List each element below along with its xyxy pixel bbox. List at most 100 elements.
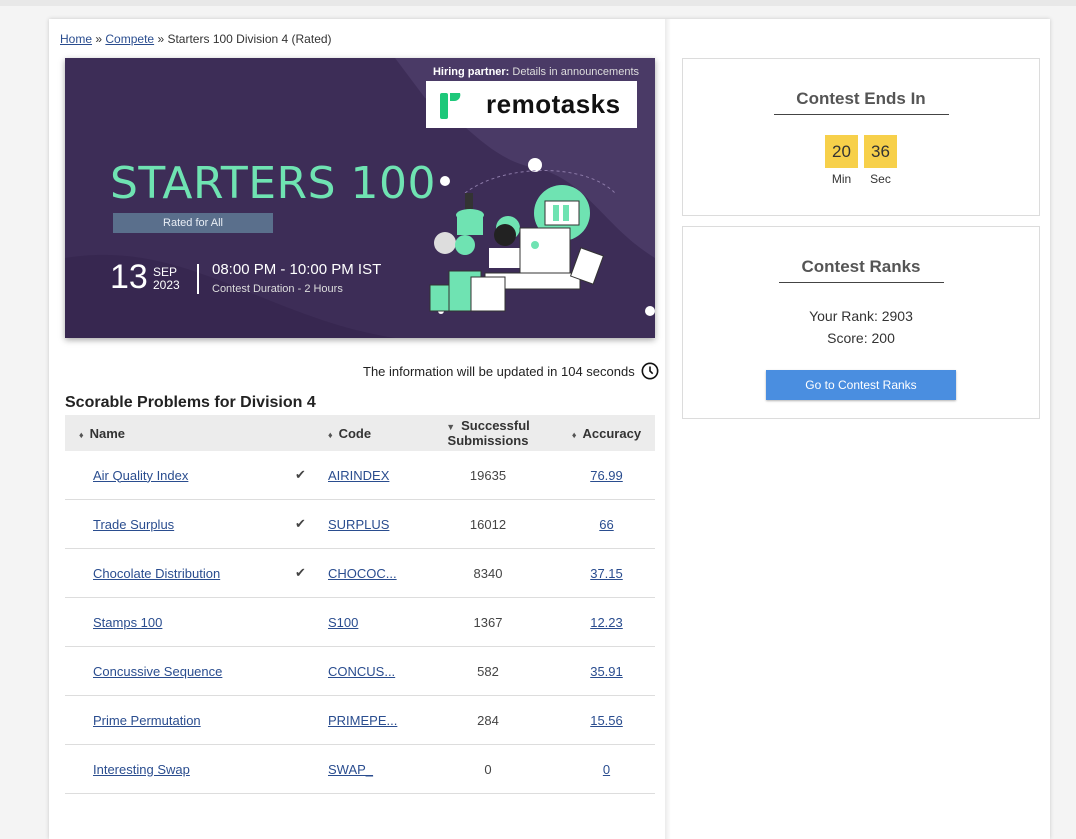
sort-icon: ♦	[571, 429, 577, 440]
accuracy-cell: 37.15	[558, 548, 655, 598]
submissions-cell: 1367	[418, 597, 558, 647]
problems-heading: Scorable Problems for Division 4	[65, 394, 316, 411]
accuracy-link[interactable]: 12.23	[590, 615, 623, 630]
problem-code-link[interactable]: CONCUS...	[328, 664, 395, 679]
contest-timer-panel: Contest Ends In 20 Min 36 Sec	[682, 58, 1040, 216]
table-row: Air Quality Index ✔ AIRINDEX 19635 76.99	[65, 451, 655, 500]
go-to-contest-ranks-button[interactable]: Go to Contest Ranks	[766, 370, 956, 400]
title-underline	[773, 114, 949, 115]
check-icon: ✔	[295, 516, 306, 531]
timer-seconds-label: Sec	[870, 172, 891, 186]
table-row: Chocolate Distribution ✔ CHOCOC... 8340 37.1…	[65, 548, 655, 598]
solved-cell	[273, 695, 328, 745]
partner-logo: remotasks	[426, 81, 637, 128]
problem-code-link[interactable]: PRIMEPE...	[328, 713, 397, 728]
partner-name: remotasks	[486, 89, 621, 119]
problem-name-link[interactable]: Chocolate Distribution	[93, 566, 220, 581]
problem-code-cell: AIRINDEX	[328, 451, 418, 500]
column-divider	[665, 19, 671, 839]
problem-name-cell: Prime Permutation	[65, 695, 273, 745]
submissions-cell: 8340	[418, 548, 558, 598]
problem-code-cell: CONCUS...	[328, 646, 418, 696]
contest-ranks-panel: Contest Ranks Your Rank: 2903 Score: 200…	[682, 226, 1040, 419]
problem-name-cell: Interesting Swap	[65, 744, 273, 794]
problem-name-cell: Trade Surplus	[65, 499, 273, 549]
solved-cell	[273, 744, 328, 794]
timer-minutes-label: Min	[831, 172, 852, 186]
problem-code-link[interactable]: SURPLUS	[328, 517, 389, 532]
submissions-cell: 16012	[418, 499, 558, 549]
column-header-submissions[interactable]: ▼ Successful Submissions	[418, 415, 558, 451]
remotasks-logo-icon	[438, 90, 468, 120]
solved-cell: ✔	[273, 499, 328, 549]
accuracy-cell: 0	[558, 744, 655, 794]
problem-name-link[interactable]: Trade Surplus	[93, 517, 174, 532]
accuracy-link[interactable]: 0	[603, 762, 610, 777]
contest-title: STARTERS 100	[110, 158, 437, 209]
timer-title: Contest Ends In	[796, 89, 926, 108]
date-day: 13	[110, 258, 148, 296]
table-row: Trade Surplus ✔ SURPLUS 16012 66	[65, 499, 655, 549]
problem-name-cell: Stamps 100	[65, 597, 273, 647]
table-row: Concussive Sequence CONCUS... 582 35.91	[65, 646, 655, 696]
accuracy-link[interactable]: 35.91	[590, 664, 623, 679]
accuracy-cell: 66	[558, 499, 655, 549]
ranks-title: Contest Ranks	[801, 257, 921, 276]
breadcrumb-home-link[interactable]: Home	[60, 32, 92, 46]
accuracy-cell: 15.56	[558, 695, 655, 745]
accuracy-link[interactable]: 76.99	[590, 468, 623, 483]
sort-desc-icon: ▼	[446, 422, 456, 432]
solved-cell	[273, 597, 328, 647]
column-header-code[interactable]: ♦ Code	[328, 415, 418, 451]
rated-badge: Rated for All	[113, 213, 273, 233]
problem-code-link[interactable]: S100	[328, 615, 358, 630]
sort-icon: ♦	[328, 429, 333, 440]
problems-table: ♦ Name ♦ Code ▼ Successful Submissions ♦ Acc…	[65, 415, 655, 794]
breadcrumb-current: Starters 100 Division 4 (Rated)	[167, 32, 332, 46]
sort-icon: ♦	[79, 429, 84, 440]
breadcrumb-compete-link[interactable]: Compete	[105, 32, 154, 46]
solved-cell: ✔	[273, 548, 328, 598]
check-icon: ✔	[295, 467, 306, 482]
column-header-accuracy[interactable]: ♦ Accuracy	[558, 415, 655, 451]
accuracy-link[interactable]: 37.15	[590, 566, 623, 581]
date-divider	[197, 264, 199, 294]
update-notice: The information will be updated in 104 s…	[363, 362, 659, 380]
problem-code-cell: SURPLUS	[328, 499, 418, 549]
problem-code-cell: PRIMEPE...	[328, 695, 418, 745]
your-score: Score: 200	[827, 330, 895, 346]
submissions-cell: 19635	[418, 451, 558, 500]
problem-name-cell: Air Quality Index	[65, 451, 273, 500]
accuracy-link[interactable]: 15.56	[590, 713, 623, 728]
problem-name-link[interactable]: Stamps 100	[93, 615, 162, 630]
hiring-partner-text: Hiring partner: Details in announcements	[432, 66, 639, 78]
problem-name-link[interactable]: Interesting Swap	[93, 762, 190, 777]
column-header-name[interactable]: ♦ Name	[65, 415, 328, 451]
problem-code-cell: CHOCOC...	[328, 548, 418, 598]
title-underline	[778, 282, 944, 283]
coder-illustration	[429, 158, 655, 316]
problem-name-cell: Chocolate Distribution	[65, 548, 273, 598]
solved-cell	[273, 646, 328, 696]
solved-cell: ✔	[273, 451, 328, 500]
problem-name-cell: Concussive Sequence	[65, 646, 273, 696]
problem-name-link[interactable]: Air Quality Index	[93, 468, 188, 483]
accuracy-link[interactable]: 66	[599, 517, 613, 532]
problem-name-link[interactable]: Prime Permutation	[93, 713, 201, 728]
rank-info: Your Rank: 2903 Score: 200	[683, 305, 1039, 349]
timer-minutes: 20	[825, 135, 858, 168]
problem-code-link[interactable]: SWAP_	[328, 762, 373, 777]
your-rank: Your Rank: 2903	[809, 308, 913, 324]
submissions-cell: 284	[418, 695, 558, 745]
problem-code-cell: SWAP_	[328, 744, 418, 794]
clock-icon	[641, 362, 659, 380]
problem-name-link[interactable]: Concussive Sequence	[93, 664, 222, 679]
accuracy-cell: 12.23	[558, 597, 655, 647]
problem-code-link[interactable]: AIRINDEX	[328, 468, 389, 483]
accuracy-cell: 35.91	[558, 646, 655, 696]
breadcrumb-separator: »	[95, 32, 103, 46]
problem-code-link[interactable]: CHOCOC...	[328, 566, 397, 581]
table-row: Stamps 100 S100 1367 12.23	[65, 597, 655, 647]
check-icon: ✔	[295, 565, 306, 580]
breadcrumb: Home » Compete » Starters 100 Division 4…	[60, 32, 332, 46]
